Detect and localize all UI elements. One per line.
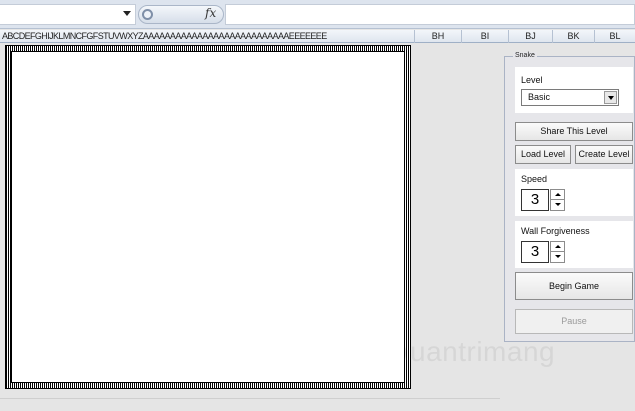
level-select[interactable]: Basic [521,89,619,106]
column-header-bi[interactable]: BI [461,30,508,43]
watermark-text: uantrimang [410,336,556,367]
name-box[interactable] [0,4,136,25]
sheet-gridline-area [0,391,500,411]
arrow-down-icon[interactable] [551,200,564,210]
wall-forgiveness-group: Wall Forgiveness 3 [515,221,633,268]
column-header-bl[interactable]: BL [594,30,635,43]
wall-forgiveness-label: Wall Forgiveness [521,226,590,236]
formula-bar: fx [0,0,635,29]
level-group: Level Basic [515,67,633,113]
function-icon [142,9,153,20]
level-label: Level [521,75,543,85]
speed-spinner[interactable] [550,189,565,211]
compressed-column-headers[interactable]: ABCDEFGHIJKLMNCFGFSTUVWXYZAAAAAAAAAAAAAA… [2,30,414,43]
speed-label: Speed [521,174,548,184]
create-level-button[interactable]: Create Level [575,145,633,164]
speed-group: Speed 3 [515,169,633,216]
arrow-down-icon[interactable] [551,252,564,262]
level-select-value: Basic [528,92,551,102]
panel-legend: Snake [513,52,537,59]
wall-forgiveness-spinner[interactable] [550,241,565,263]
arrow-up-icon[interactable] [551,242,564,252]
arrow-up-icon[interactable] [551,190,564,200]
column-header-bk[interactable]: BK [552,30,594,43]
speed-value-field[interactable]: 3 [521,189,549,211]
wall-forgiveness-value-field[interactable]: 3 [521,241,549,263]
chevron-down-icon[interactable] [123,11,131,16]
column-header-bj[interactable]: BJ [508,30,552,43]
snake-panel: Snake Level Basic Share This Level Load … [504,52,635,342]
begin-game-button[interactable]: Begin Game [515,272,633,300]
fx-label[interactable]: fx [205,6,216,20]
gridline [0,398,500,399]
formula-input[interactable] [225,4,635,25]
column-header-bh[interactable]: BH [414,30,461,43]
column-header-row: ABCDEFGHIJKLMNCFGFSTUVWXYZAAAAAAAAAAAAAA… [0,30,635,43]
load-level-button[interactable]: Load Level [515,145,571,164]
game-board[interactable] [11,51,405,383]
chevron-down-icon[interactable] [604,91,617,104]
share-level-button[interactable]: Share This Level [515,122,633,141]
game-board-border [5,45,411,389]
